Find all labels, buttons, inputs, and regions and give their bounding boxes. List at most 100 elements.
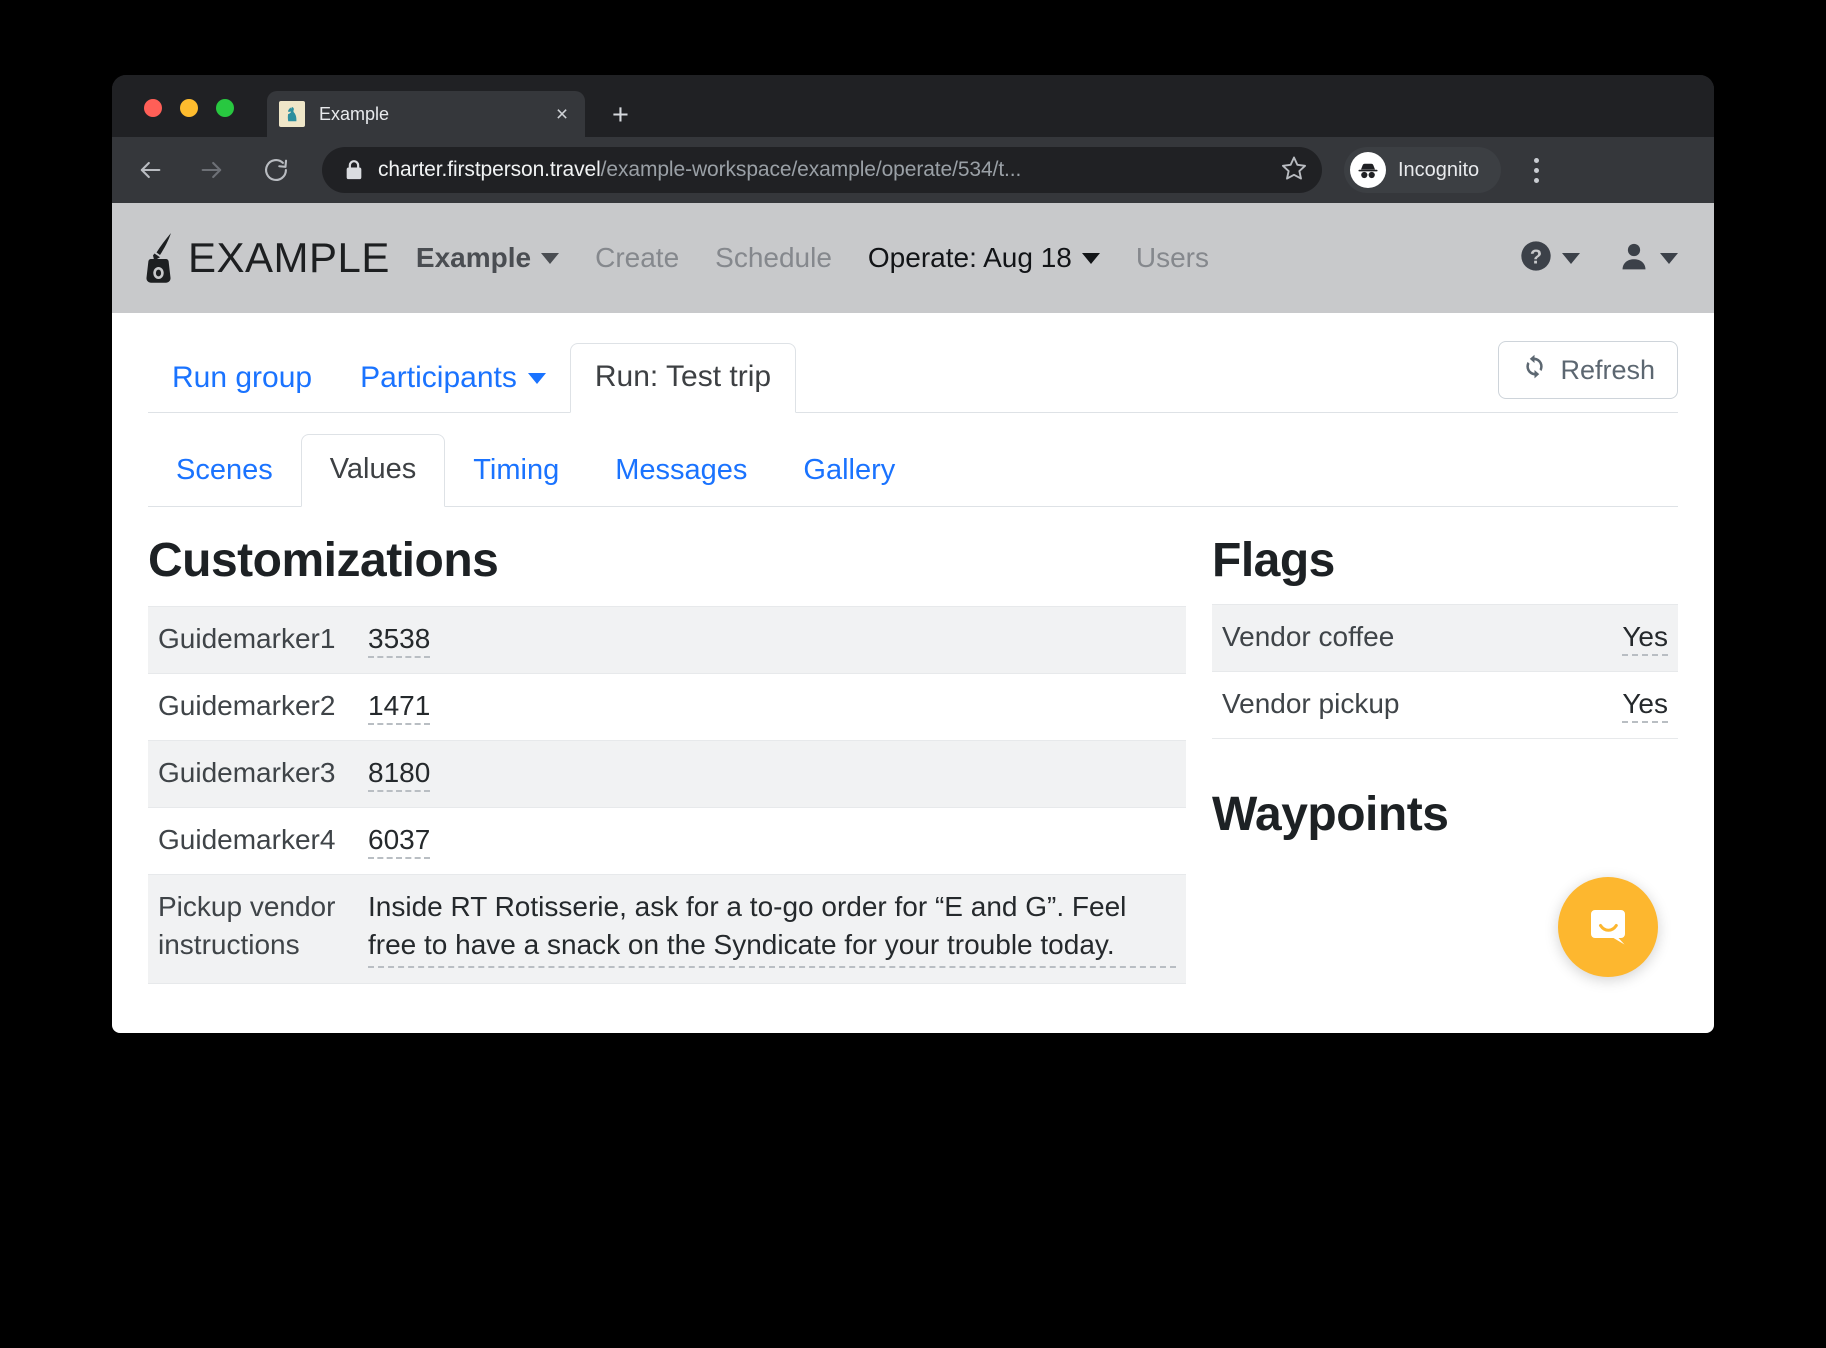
- tab-label: Run: Test trip: [595, 360, 771, 394]
- forward-button[interactable]: [188, 146, 236, 194]
- inkwell-quill-icon: [138, 231, 180, 285]
- browser-toolbar: charter.firstperson.travel/example-works…: [112, 137, 1714, 203]
- editable-value[interactable]: 6037: [368, 824, 430, 859]
- minimize-window-button[interactable]: [180, 99, 198, 117]
- url-domain: charter.firstperson.travel: [378, 158, 601, 181]
- row-value: 6037: [358, 808, 1186, 875]
- editable-value[interactable]: Yes: [1622, 688, 1668, 723]
- tab-values[interactable]: Values: [301, 434, 446, 507]
- row-key: Guidemarker4: [148, 808, 358, 875]
- chevron-down-icon: [1660, 253, 1678, 264]
- main-content: Customizations Guidemarker1 3538 Guidema…: [112, 507, 1714, 984]
- tab-messages[interactable]: Messages: [587, 454, 775, 507]
- chevron-down-icon: [1562, 253, 1580, 264]
- page-viewport: EXAMPLE Example Create Schedule Operate:…: [112, 203, 1714, 1033]
- tab-participants[interactable]: Participants: [336, 361, 570, 413]
- primary-tab-bar: Run group Participants Run: Test trip Re…: [148, 345, 1678, 413]
- editable-value[interactable]: Inside RT Rotisserie, ask for a to-go or…: [368, 888, 1176, 968]
- tab-label: Values: [330, 453, 417, 485]
- row-key: Pickup vendor instructions: [148, 875, 358, 984]
- tab-label: Messages: [615, 454, 747, 486]
- close-tab-button[interactable]: ×: [551, 104, 573, 125]
- row-key: Vendor pickup: [1212, 672, 1562, 739]
- chat-bubble-icon: [1582, 899, 1634, 956]
- refresh-button[interactable]: Refresh: [1498, 341, 1678, 399]
- brand[interactable]: EXAMPLE: [138, 231, 390, 285]
- nav-item-workspace[interactable]: Example: [416, 242, 559, 274]
- account-menu[interactable]: [1618, 240, 1678, 277]
- maximize-window-button[interactable]: [216, 99, 234, 117]
- waypoints-title: Waypoints: [1212, 787, 1678, 842]
- back-button[interactable]: [126, 146, 174, 194]
- bookmark-star-icon[interactable]: [1280, 154, 1308, 187]
- intercom-chat-launcher[interactable]: [1558, 877, 1658, 977]
- new-tab-button[interactable]: +: [612, 101, 629, 130]
- browser-tab[interactable]: Example ×: [267, 91, 585, 137]
- help-menu[interactable]: ?: [1520, 240, 1580, 277]
- row-value: 8180: [358, 741, 1186, 808]
- customizations-title: Customizations: [148, 533, 1186, 588]
- chess-knight-icon: [279, 101, 305, 127]
- table-row: Pickup vendor instructions Inside RT Rot…: [148, 875, 1186, 984]
- editable-value[interactable]: Yes: [1622, 621, 1668, 656]
- address-bar[interactable]: charter.firstperson.travel/example-works…: [322, 147, 1322, 193]
- secondary-tab-bar: Scenes Values Timing Messages Gallery: [148, 435, 1678, 507]
- browser-window: Example × + charter.firstperson.travel/e…: [112, 75, 1714, 1033]
- refresh-label: Refresh: [1560, 355, 1655, 386]
- row-value: 1471: [358, 674, 1186, 741]
- row-value: Yes: [1562, 672, 1678, 739]
- tab-run-group[interactable]: Run group: [148, 361, 336, 413]
- tab-run-test-trip[interactable]: Run: Test trip: [570, 343, 796, 413]
- row-value: Inside RT Rotisserie, ask for a to-go or…: [358, 875, 1186, 984]
- editable-value[interactable]: 1471: [368, 690, 430, 725]
- customizations-table: Guidemarker1 3538 Guidemarker2 1471 Guid…: [148, 606, 1186, 984]
- reload-button[interactable]: [252, 146, 300, 194]
- chevron-down-icon: [541, 253, 559, 264]
- lock-icon: [344, 159, 364, 181]
- tab-label: Gallery: [803, 454, 895, 486]
- incognito-indicator[interactable]: Incognito: [1344, 147, 1501, 193]
- table-row: Guidemarker1 3538: [148, 607, 1186, 674]
- row-key: Guidemarker2: [148, 674, 358, 741]
- help-icon: ?: [1520, 240, 1552, 277]
- svg-text:?: ?: [1530, 246, 1542, 268]
- tab-label: Participants: [360, 361, 517, 395]
- incognito-label: Incognito: [1398, 159, 1479, 182]
- address-bar-text: charter.firstperson.travel/example-works…: [378, 158, 1270, 182]
- row-key: Guidemarker1: [148, 607, 358, 674]
- nav-item-label: Schedule: [715, 242, 832, 274]
- tab-label: Timing: [473, 454, 559, 486]
- nav-item-create[interactable]: Create: [595, 242, 679, 274]
- browser-menu-button[interactable]: [1521, 158, 1551, 183]
- row-value: 3538: [358, 607, 1186, 674]
- window-traffic-lights: [144, 99, 234, 117]
- nav-item-label: Users: [1136, 242, 1209, 274]
- nav-item-users[interactable]: Users: [1136, 242, 1209, 274]
- user-icon: [1618, 240, 1650, 277]
- nav-item-label: Create: [595, 242, 679, 274]
- incognito-icon: [1350, 152, 1386, 188]
- flags-title: Flags: [1212, 533, 1678, 588]
- chevron-down-icon: [1082, 253, 1100, 264]
- table-row: Guidemarker3 8180: [148, 741, 1186, 808]
- tab-gallery[interactable]: Gallery: [775, 454, 923, 507]
- editable-value[interactable]: 8180: [368, 757, 430, 792]
- refresh-icon: [1521, 353, 1548, 387]
- browser-tab-title: Example: [319, 104, 551, 125]
- editable-value[interactable]: 3538: [368, 623, 430, 658]
- url-path: /example-workspace/example/operate/534/t…: [601, 158, 1022, 181]
- nav-item-label: Operate: Aug 18: [868, 242, 1072, 274]
- close-window-button[interactable]: [144, 99, 162, 117]
- chevron-down-icon: [528, 373, 546, 384]
- nav-item-schedule[interactable]: Schedule: [715, 242, 832, 274]
- tab-scenes[interactable]: Scenes: [148, 454, 301, 507]
- browser-tab-strip: Example × +: [112, 75, 1714, 137]
- row-key: Vendor coffee: [1212, 605, 1562, 672]
- tab-timing[interactable]: Timing: [445, 454, 587, 507]
- tab-label: Scenes: [176, 454, 273, 486]
- table-row: Guidemarker2 1471: [148, 674, 1186, 741]
- table-row: Vendor pickup Yes: [1212, 672, 1678, 739]
- flags-table: Vendor coffee Yes Vendor pickup Yes: [1212, 604, 1678, 739]
- nav-item-operate[interactable]: Operate: Aug 18: [868, 242, 1100, 274]
- row-key: Guidemarker3: [148, 741, 358, 808]
